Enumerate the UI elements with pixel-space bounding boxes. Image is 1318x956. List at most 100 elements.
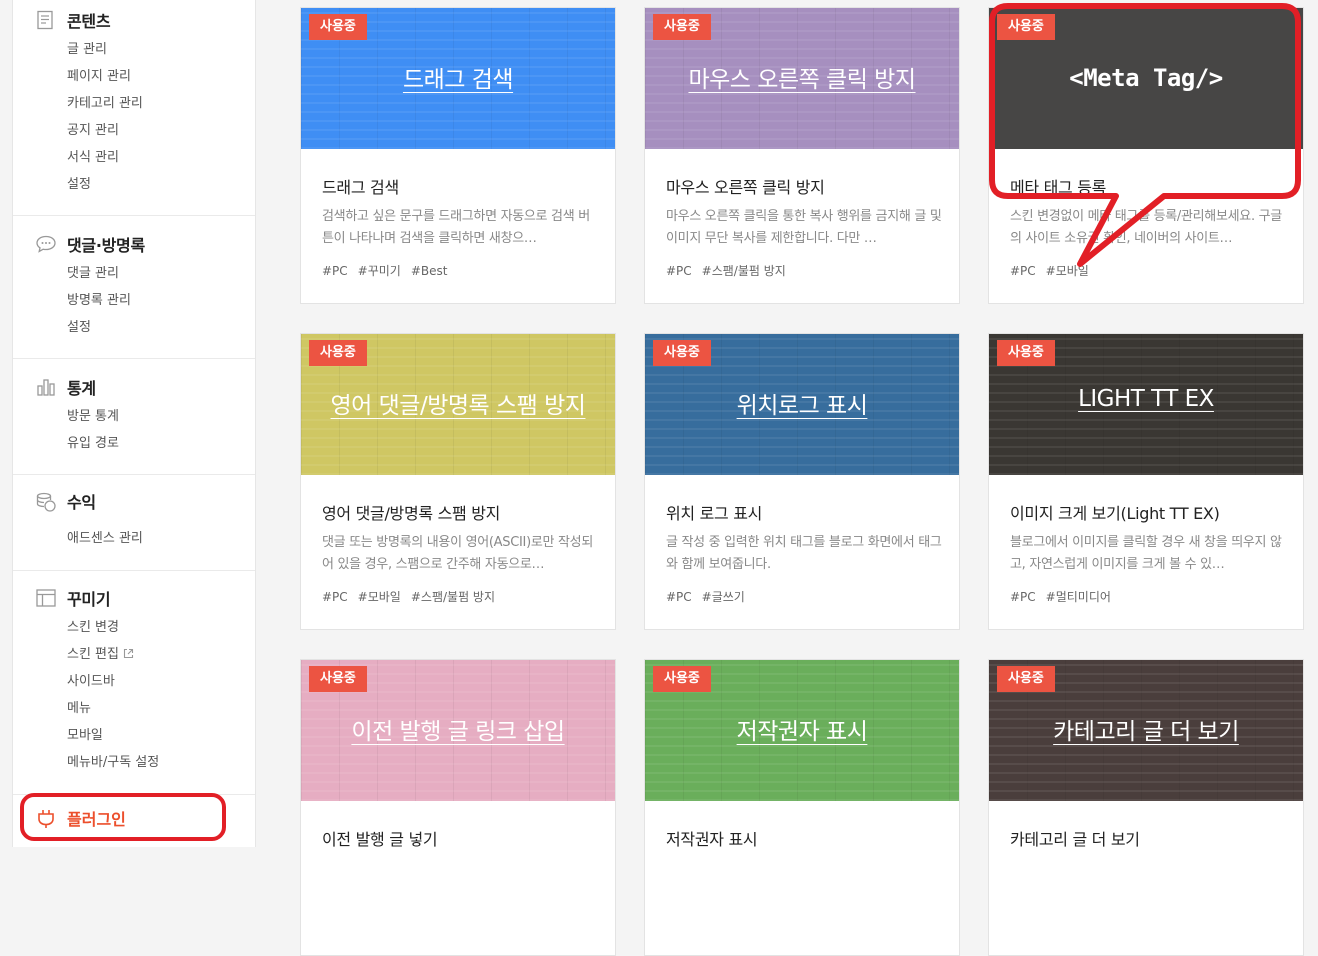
thumbnail-title: 영어 댓글/방명록 스팸 방지 xyxy=(330,393,586,419)
external-link-icon xyxy=(123,642,134,659)
sidebar-item-content-settings[interactable]: 설정 xyxy=(67,171,143,198)
card-title: 영어 댓글/방명록 스팸 방지 xyxy=(322,504,501,523)
tag: #멀티미디어 xyxy=(1045,590,1111,604)
card-title: 이미지 크게 보기(Light TT EX) xyxy=(1010,504,1220,523)
in-use-badge: 사용중 xyxy=(309,14,367,40)
plugin-card-light-tt-ex[interactable]: LIGHT TT EX 사용중 이미지 크게 보기(Light TT EX) 블… xyxy=(988,333,1304,630)
sidebar-header-revenue[interactable]: 수익 xyxy=(35,489,96,513)
card-title: 드래그 검색 xyxy=(322,178,399,197)
sidebar-header-design[interactable]: 꾸미기 xyxy=(35,586,111,610)
card-thumbnail: 이전 발행 글 링크 삽입 사용중 xyxy=(301,660,615,801)
plugin-card-drag-search[interactable]: 드래그 검색 사용중 드래그 검색 검색하고 싶은 문구를 드래그하면 자동으로… xyxy=(300,7,616,304)
document-icon xyxy=(35,10,57,30)
card-thumbnail: 카테고리 글 더 보기 사용중 xyxy=(989,660,1303,801)
card-thumbnail: 위치로그 표시 사용중 xyxy=(645,334,959,475)
tag: #PC xyxy=(666,264,692,278)
sidebar-section-title: 댓글·방명록 xyxy=(67,236,145,255)
plugin-card-copyright[interactable]: 저작권자 표시 사용중 저작권자 표시 xyxy=(644,659,960,956)
card-tags: #PC #멀티미디어 xyxy=(1010,588,1121,605)
plugin-card-prev-post-link[interactable]: 이전 발행 글 링크 삽입 사용중 이전 발행 글 넣기 xyxy=(300,659,616,956)
card-thumbnail: 마우스 오른쪽 클릭 방지 사용중 xyxy=(645,8,959,149)
speech-bubble-icon xyxy=(35,234,57,254)
in-use-badge: 사용중 xyxy=(997,340,1055,366)
thumbnail-title: 카테고리 글 더 보기 xyxy=(1053,719,1239,745)
card-tags: #PC #꾸미기 #Best xyxy=(322,262,458,279)
card-title: 위치 로그 표시 xyxy=(666,504,763,523)
in-use-badge: 사용중 xyxy=(309,666,367,692)
sidebar-item-template-manage[interactable]: 서식 관리 xyxy=(67,144,143,171)
in-use-badge: 사용중 xyxy=(309,340,367,366)
thumbnail-title: 드래그 검색 xyxy=(402,67,514,93)
card-thumbnail: <Meta Tag/> 사용중 xyxy=(989,8,1303,149)
tag: #Best xyxy=(410,264,448,278)
sidebar-item-sidebar[interactable]: 사이드바 xyxy=(67,668,159,695)
card-description: 블로그에서 이미지를 클릭할 경우 새 창을 띄우지 않고, 자연스럽게 이미지… xyxy=(1010,535,1282,572)
card-title: 카테고리 글 더 보기 xyxy=(1010,830,1140,849)
tag: #PC xyxy=(322,590,348,604)
sidebar-header-comments[interactable]: 댓글·방명록 xyxy=(35,232,145,256)
sidebar: 콘텐츠 글 관리 페이지 관리 카테고리 관리 공지 관리 서식 관리 설정 댓… xyxy=(12,0,256,847)
sidebar-section-stats: 통계 방문 통계 유입 경로 xyxy=(13,358,255,475)
tag: #글쓰기 xyxy=(701,590,745,604)
plugin-card-english-spam-block[interactable]: 영어 댓글/방명록 스팸 방지 사용중 영어 댓글/방명록 스팸 방지 댓글 또… xyxy=(300,333,616,630)
plugin-card-category-more[interactable]: 카테고리 글 더 보기 사용중 카테고리 글 더 보기 xyxy=(988,659,1304,956)
sidebar-item-comment-settings[interactable]: 설정 xyxy=(67,314,131,341)
card-description: 검색하고 싶은 문구를 드래그하면 자동으로 검색 버튼이 나타나며 검색을 클… xyxy=(322,209,590,246)
thumbnail-title: 이전 발행 글 링크 삽입 xyxy=(351,719,565,745)
plugin-card-location-log[interactable]: 위치로그 표시 사용중 위치 로그 표시 글 작성 중 입력한 위치 태그를 블… xyxy=(644,333,960,630)
sidebar-item-notice-manage[interactable]: 공지 관리 xyxy=(67,117,143,144)
sidebar-section-revenue: 수익 애드센스 관리 xyxy=(13,474,255,571)
tag: #PC xyxy=(322,264,348,278)
sidebar-item-mobile[interactable]: 모바일 xyxy=(67,722,159,749)
sidebar-section-title: 통계 xyxy=(67,379,96,398)
thumbnail-title: LIGHT TT EX xyxy=(1078,386,1214,412)
sidebar-item-post-manage[interactable]: 글 관리 xyxy=(67,36,143,63)
sidebar-section-comments: 댓글·방명록 댓글 관리 방명록 관리 설정 xyxy=(13,215,255,359)
sidebar-item-menubar-subscribe[interactable]: 메뉴바/구독 설정 xyxy=(67,749,159,776)
thumbnail-title: <Meta Tag/> xyxy=(1069,64,1223,92)
card-description: 댓글 또는 방명록의 내용이 영어(ASCII)로만 작성되어 있을 경우, 스… xyxy=(322,535,593,572)
sidebar-section-content: 콘텐츠 글 관리 페이지 관리 카테고리 관리 공지 관리 서식 관리 설정 xyxy=(13,0,255,216)
card-thumbnail: 드래그 검색 사용중 xyxy=(301,8,615,149)
sidebar-section-title: 콘텐츠 xyxy=(67,12,111,31)
sidebar-item-skin-edit[interactable]: 스킨 편집 xyxy=(67,641,159,668)
layout-icon xyxy=(35,588,57,608)
sidebar-section-design: 꾸미기 스킨 변경 스킨 편집 사이드바 메뉴 모바일 메뉴바/구독 설정 xyxy=(13,570,255,795)
sidebar-header-stats[interactable]: 통계 xyxy=(35,375,96,399)
card-title: 메타 태그 등록 xyxy=(1010,178,1107,197)
sidebar-item-referrer[interactable]: 유입 경로 xyxy=(67,430,119,457)
card-thumbnail: 저작권자 표시 사용중 xyxy=(645,660,959,801)
sidebar-section-title: 꾸미기 xyxy=(67,590,111,609)
tag: #꾸미기 xyxy=(357,264,401,278)
card-title: 마우스 오른쪽 클릭 방지 xyxy=(666,178,825,197)
tag: #PC xyxy=(1010,590,1036,604)
card-title: 이전 발행 글 넣기 xyxy=(322,830,438,849)
coins-icon xyxy=(35,491,57,512)
card-thumbnail: LIGHT TT EX 사용중 xyxy=(989,334,1303,475)
card-description: 마우스 오른쪽 클릭을 통한 복사 행위를 금지해 글 및 이미지 무단 복사를… xyxy=(666,209,942,246)
card-description: 스킨 변경없이 메타 태그를 등록/관리해보세요. 구글의 사이트 소유권 확인… xyxy=(1010,209,1282,246)
tag: #스팸/불펌 방지 xyxy=(701,264,786,278)
sidebar-item-category-manage[interactable]: 카테고리 관리 xyxy=(67,90,143,117)
plugin-card-meta-tag[interactable]: <Meta Tag/> 사용중 메타 태그 등록 스킨 변경없이 메타 태그를 … xyxy=(988,7,1304,304)
thumbnail-title: 위치로그 표시 xyxy=(736,393,868,419)
card-tags: #PC #스팸/불펌 방지 xyxy=(666,262,796,279)
tag: #모바일 xyxy=(1045,264,1089,278)
sidebar-item-adsense[interactable]: 애드센스 관리 xyxy=(67,525,143,552)
card-thumbnail: 영어 댓글/방명록 스팸 방지 사용중 xyxy=(301,334,615,475)
card-title: 저작권자 표시 xyxy=(666,830,758,849)
sidebar-section-title: 수익 xyxy=(67,493,96,512)
sidebar-item-menu[interactable]: 메뉴 xyxy=(67,695,159,722)
tag: #PC xyxy=(666,590,692,604)
highlight-plugin-outline xyxy=(20,793,226,841)
sidebar-item-page-manage[interactable]: 페이지 관리 xyxy=(67,63,143,90)
sidebar-item-skin-change[interactable]: 스킨 변경 xyxy=(67,614,159,641)
sidebar-item-visit-stats[interactable]: 방문 통계 xyxy=(67,403,119,430)
tag: #PC xyxy=(1010,264,1036,278)
sidebar-item-guestbook-manage[interactable]: 방명록 관리 xyxy=(67,287,131,314)
sidebar-header-content[interactable]: 콘텐츠 xyxy=(35,8,111,32)
bar-chart-icon xyxy=(35,377,57,397)
plugin-card-right-click-block[interactable]: 마우스 오른쪽 클릭 방지 사용중 마우스 오른쪽 클릭 방지 마우스 오른쪽 … xyxy=(644,7,960,304)
sidebar-item-comment-manage[interactable]: 댓글 관리 xyxy=(67,260,131,287)
card-description: 글 작성 중 입력한 위치 태그를 블로그 화면에서 태그와 함께 보여줍니다. xyxy=(666,535,942,572)
